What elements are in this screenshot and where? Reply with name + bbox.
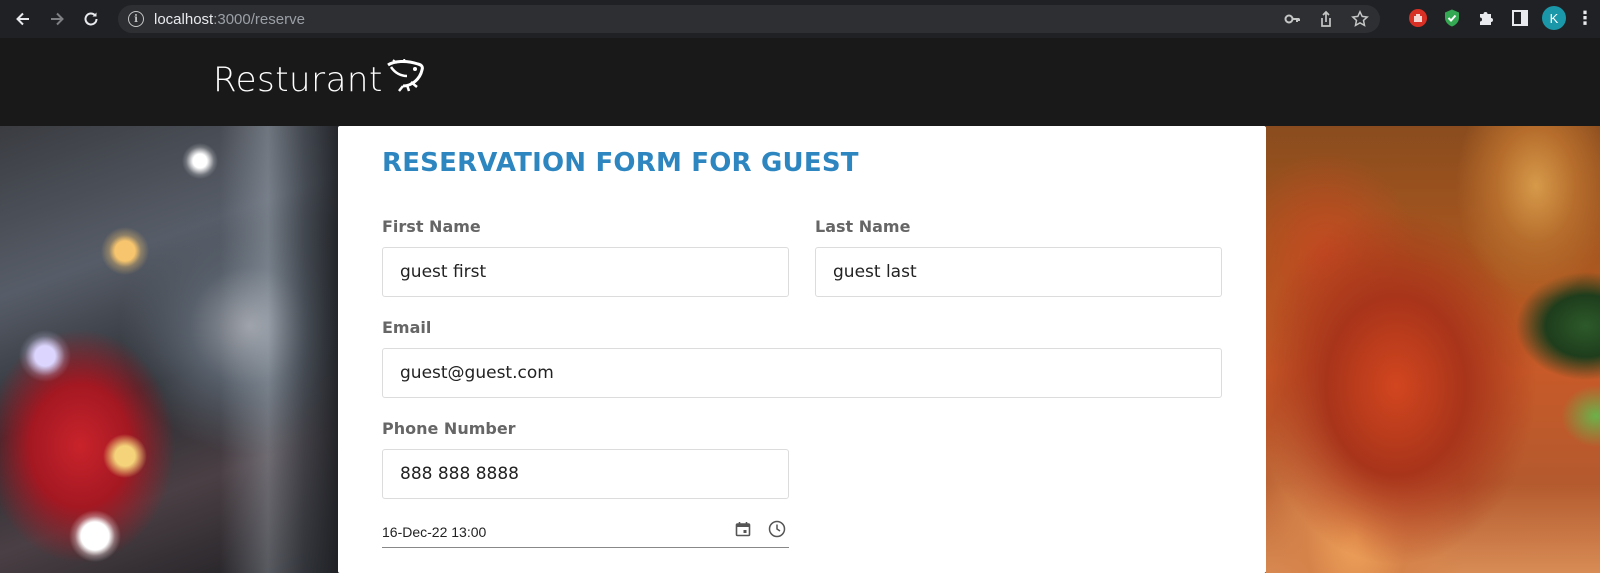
share-icon[interactable] — [1316, 9, 1336, 29]
site-header: Resturant — [0, 38, 1600, 126]
site-info-icon[interactable]: i — [128, 11, 144, 27]
background-image-shrimp-dish — [1266, 126, 1600, 573]
key-icon[interactable] — [1282, 9, 1302, 29]
sidebar-icon[interactable] — [1508, 6, 1532, 30]
extension-stop-icon[interactable] — [1406, 6, 1430, 30]
email-input[interactable]: guest@guest.com — [382, 348, 1222, 398]
more-icon[interactable]: ⋮ — [1576, 8, 1594, 29]
first-name-label: First Name — [382, 217, 481, 236]
form-title: RESERVATION FORM FOR GUEST — [382, 148, 859, 178]
reload-icon[interactable] — [74, 2, 108, 36]
first-name-input[interactable]: guest first — [382, 247, 789, 297]
shrimp-logo-icon — [385, 58, 425, 97]
logo-text: Resturant — [213, 60, 383, 100]
reservation-datetime-field[interactable]: 16-Dec-22 13:00 — [382, 516, 789, 548]
calendar-icon[interactable] — [733, 519, 753, 539]
star-icon[interactable] — [1350, 9, 1370, 29]
reservation-form-card: RESERVATION FORM FOR GUEST First Name gu… — [338, 126, 1266, 573]
background-image-glass — [0, 126, 340, 573]
extension-shield-icon[interactable] — [1440, 6, 1464, 30]
last-name-label: Last Name — [815, 217, 911, 236]
last-name-input[interactable]: guest last — [815, 247, 1222, 297]
back-arrow-icon[interactable] — [6, 2, 40, 36]
datetime-value: 16-Dec-22 13:00 — [382, 523, 487, 540]
phone-number-input[interactable]: 888 888 8888 — [382, 449, 789, 499]
hero-background: RESERVATION FORM FOR GUEST First Name gu… — [0, 126, 1600, 573]
profile-avatar[interactable]: K — [1542, 6, 1566, 30]
email-label: Email — [382, 318, 432, 337]
phone-number-label: Phone Number — [382, 419, 516, 438]
site-logo[interactable]: Resturant — [213, 58, 425, 100]
url-text: localhost:3000/reserve — [154, 10, 305, 28]
clock-icon[interactable] — [767, 519, 787, 539]
address-bar[interactable]: i localhost:3000/reserve — [118, 5, 1380, 33]
forward-arrow-icon[interactable] — [40, 2, 74, 36]
browser-toolbar: i localhost:3000/reserve K ⋮ — [0, 0, 1600, 38]
puzzle-icon[interactable] — [1474, 6, 1498, 30]
